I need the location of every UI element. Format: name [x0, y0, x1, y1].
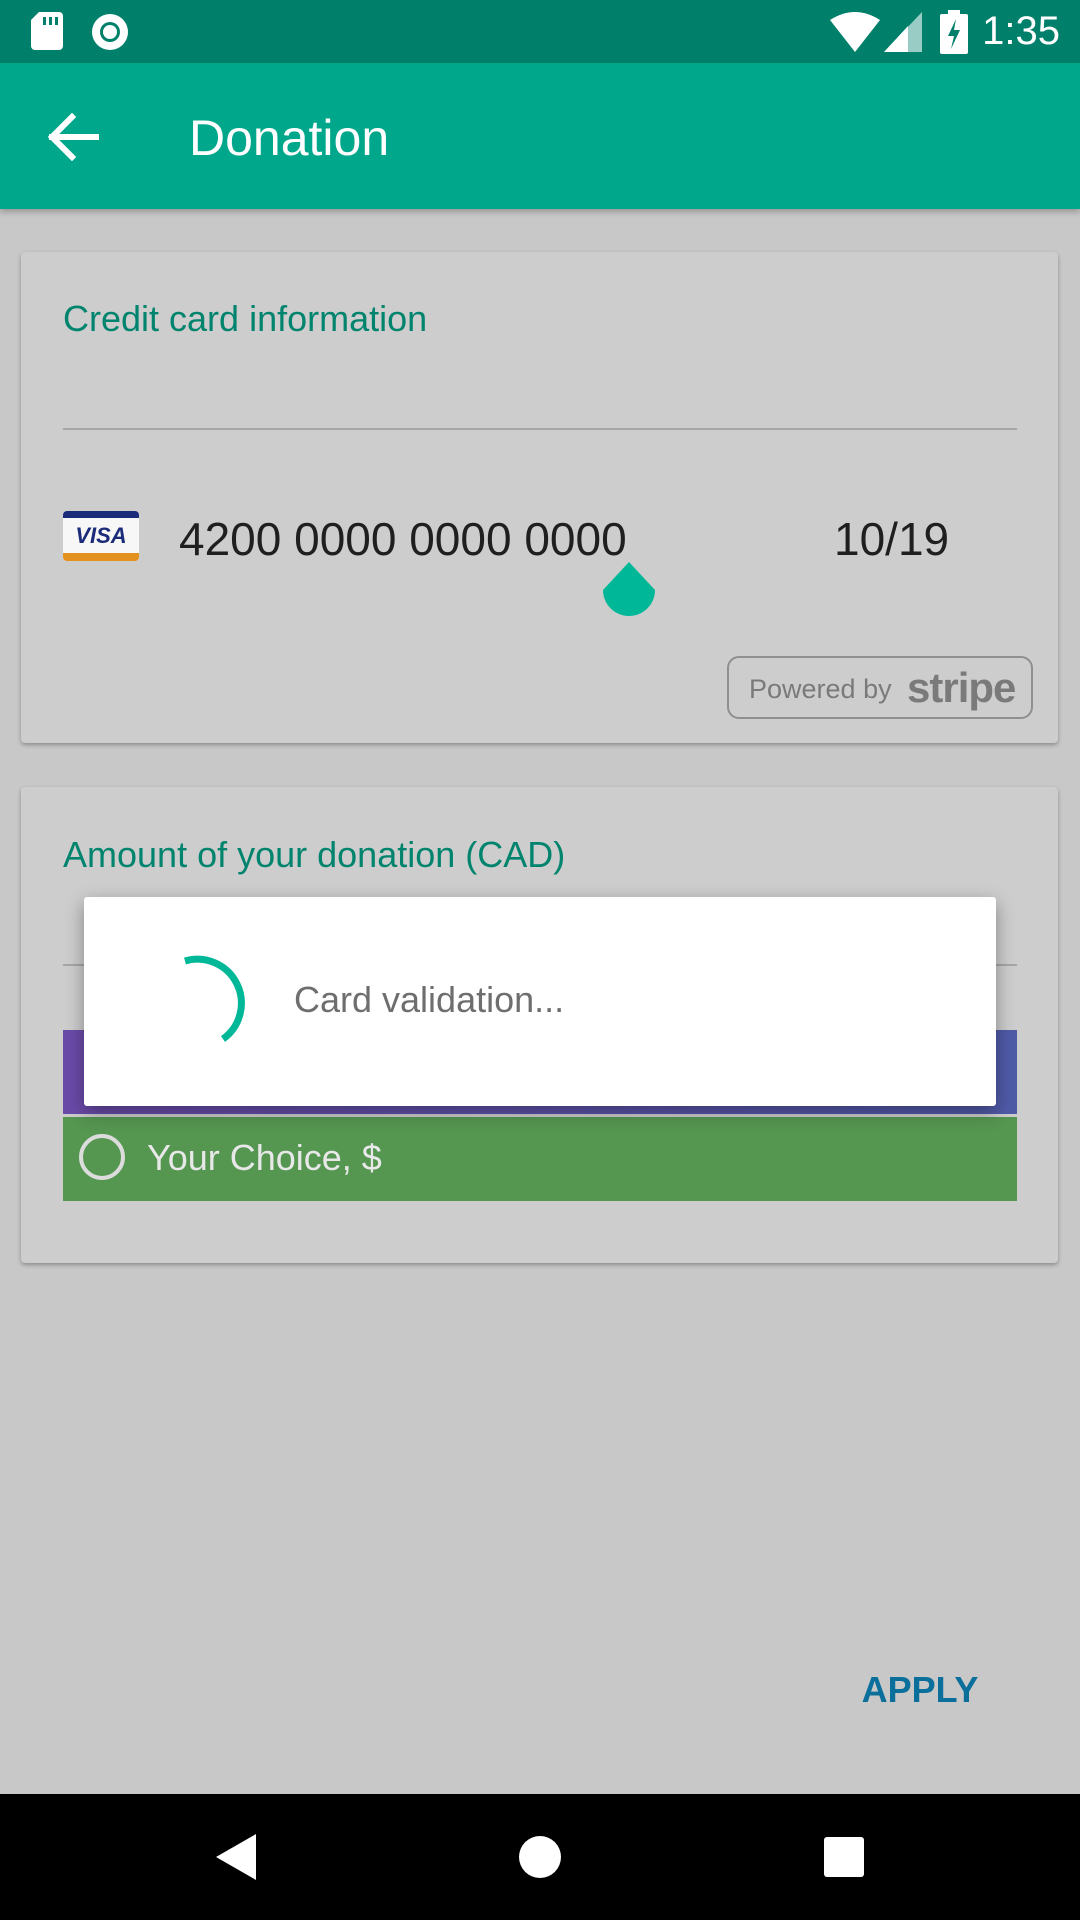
stripe-logo: stripe	[907, 664, 1016, 711]
app-bar: Donation	[0, 63, 1080, 209]
amount-option-your-choice[interactable]: Your Choice, $	[63, 1117, 1017, 1201]
stripe-badge: Powered by stripe	[727, 656, 1033, 719]
status-bar: 1:35	[0, 0, 1080, 63]
donation-heading: Amount of your donation (CAD)	[63, 834, 566, 875]
page-title: Donation	[189, 110, 390, 166]
card-number-field[interactable]: 4200 0000 0000 0000	[179, 511, 627, 567]
battery-charging-icon	[940, 10, 968, 54]
radio-button[interactable]	[79, 1134, 125, 1180]
back-button[interactable]	[40, 103, 108, 171]
apply-button[interactable]: APPLY	[840, 1665, 1000, 1715]
credit-card-heading: Credit card information	[63, 298, 428, 339]
card-brand-label: VISA	[75, 523, 127, 548]
wifi-icon	[830, 12, 880, 52]
visa-card-icon: VISA	[63, 511, 139, 561]
loading-spinner-icon	[184, 955, 245, 1042]
divider	[63, 428, 1017, 430]
dialog-message: Card validation...	[294, 979, 565, 1020]
credit-card-section: Credit card information VISA 4200 0000 0…	[21, 252, 1058, 743]
home-circle-icon[interactable]	[518, 1835, 562, 1879]
card-expiry-field[interactable]: 10/19	[834, 511, 949, 567]
sd-card-icon	[31, 12, 63, 50]
powered-by-label: Powered by	[749, 674, 892, 704]
card-validation-dialog: Card validation...	[84, 897, 996, 1106]
amount-option-label: Your Choice, $	[147, 1137, 382, 1178]
record-icon	[92, 14, 128, 50]
cell-signal-icon	[884, 12, 922, 52]
system-nav-bar	[0, 1794, 1080, 1920]
arrow-left-icon	[47, 112, 99, 162]
recents-square-icon[interactable]	[824, 1837, 864, 1877]
text-cursor-handle-icon[interactable]	[601, 562, 657, 628]
back-triangle-icon[interactable]	[216, 1834, 256, 1880]
status-time: 1:35	[982, 9, 1060, 53]
